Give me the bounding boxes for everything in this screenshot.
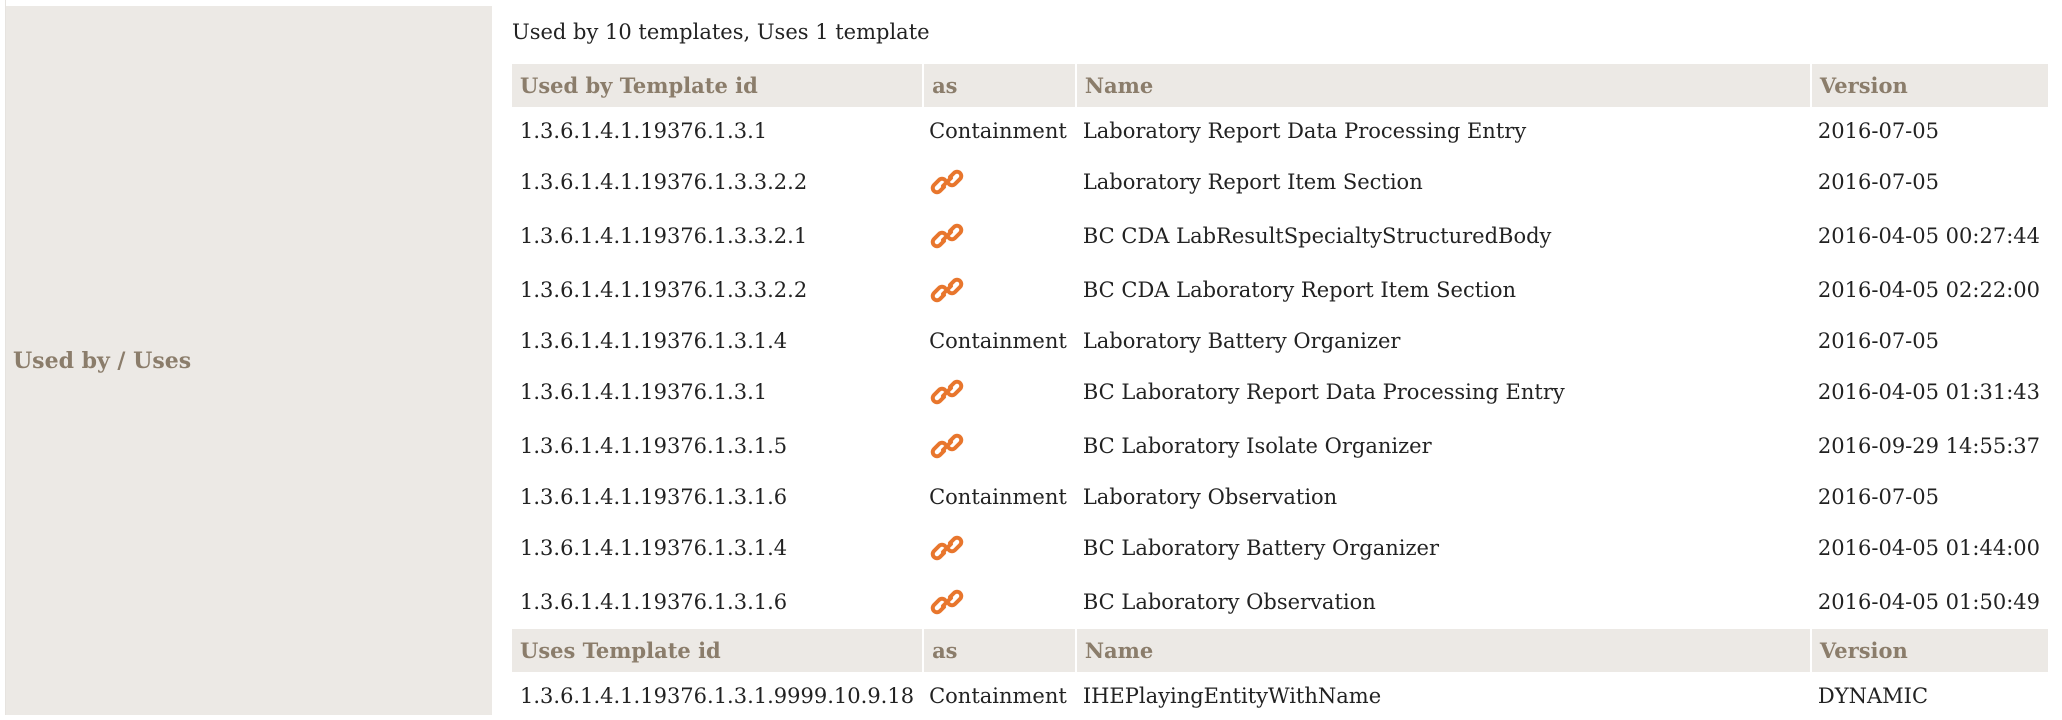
relationship-cell[interactable] xyxy=(922,209,1075,263)
usage-table: Used by Template id as Name Version 1.3.6.1.… xyxy=(512,64,2048,720)
link-icon[interactable] xyxy=(929,428,965,464)
row-label-cell: Used by / Uses xyxy=(6,6,492,715)
usage-summary: Used by 10 templates, Uses 1 template xyxy=(512,20,930,44)
relationship-cell[interactable] xyxy=(922,365,1075,419)
template-id-cell[interactable]: 1.3.6.1.4.1.19376.1.3.1.5 xyxy=(512,419,922,473)
version-cell: 2016-04-05 00:27:44 xyxy=(1817,224,2040,248)
template-name-cell[interactable]: BC Laboratory Report Data Processing Ent… xyxy=(1075,365,1810,419)
uses-header-row: Uses Template id as Name Version xyxy=(512,629,2048,672)
template-name-cell[interactable]: Laboratory Report Data Processing Entry xyxy=(1075,107,1810,155)
version-cell: 2016-04-05 01:31:43 xyxy=(1817,380,2040,404)
version-cell: 2016-09-29 14:55:37 xyxy=(1817,434,2040,458)
table-row[interactable]: 1.3.6.1.4.1.19376.1.3.3.2.1 BC CDA LabRes… xyxy=(512,209,2048,263)
link-icon[interactable] xyxy=(929,374,965,410)
table-row[interactable]: 1.3.6.1.4.1.19376.1.3.1.9999.10.9.18 Cont… xyxy=(512,672,2048,720)
template-id-cell[interactable]: 1.3.6.1.4.1.19376.1.3.1.4 xyxy=(512,521,922,575)
template-id-cell[interactable]: 1.3.6.1.4.1.19376.1.3.1.6 xyxy=(512,575,922,629)
relationship-cell: Containment xyxy=(929,684,1067,708)
table-row[interactable]: 1.3.6.1.4.1.19376.1.3.1.6 Containment Labo… xyxy=(512,473,2048,521)
version-cell: 2016-04-05 01:50:49 xyxy=(1817,590,2040,614)
template-name-cell[interactable]: IHEPlayingEntityWithName xyxy=(1075,672,1810,720)
link-icon[interactable] xyxy=(929,584,965,620)
used_by-as-header: as xyxy=(922,64,1075,107)
template-name-cell[interactable]: Laboratory Battery Organizer xyxy=(1075,317,1810,365)
template-name-cell[interactable]: BC CDA Laboratory Report Item Section xyxy=(1075,263,1810,317)
link-icon[interactable] xyxy=(929,218,965,254)
table-row[interactable]: 1.3.6.1.4.1.19376.1.3.1 BC Laboratory Rep… xyxy=(512,365,2048,419)
relationship-cell[interactable] xyxy=(922,263,1075,317)
relationship-cell[interactable] xyxy=(922,575,1075,629)
template-id-cell[interactable]: 1.3.6.1.4.1.19376.1.3.1 xyxy=(512,365,922,419)
relationship-cell: Containment xyxy=(929,485,1067,509)
table-row[interactable]: 1.3.6.1.4.1.19376.1.3.1.6 BC Laboratory O… xyxy=(512,575,2048,629)
version-cell: 2016-07-05 xyxy=(1817,170,1939,194)
link-icon[interactable] xyxy=(929,164,965,200)
link-icon[interactable] xyxy=(929,530,965,566)
template-id-cell[interactable]: 1.3.6.1.4.1.19376.1.3.1.6 xyxy=(512,473,922,521)
template-name-cell[interactable]: BC Laboratory Isolate Organizer xyxy=(1075,419,1810,473)
relationship-cell[interactable] xyxy=(922,521,1075,575)
used_by-header-row: Used by Template id as Name Version xyxy=(512,64,2048,107)
version-cell: 2016-04-05 02:22:00 xyxy=(1817,278,2040,302)
row-label: Used by / Uses xyxy=(13,347,192,374)
template-id-cell[interactable]: 1.3.6.1.4.1.19376.1.3.1.9999.10.9.18 xyxy=(512,672,922,720)
template-name-cell[interactable]: BC CDA LabResultSpecialtyStructuredBody xyxy=(1075,209,1810,263)
table-row[interactable]: 1.3.6.1.4.1.19376.1.3.1 Containment Labora… xyxy=(512,107,2048,155)
template-id-cell[interactable]: 1.3.6.1.4.1.19376.1.3.3.2.2 xyxy=(512,155,922,209)
relationship-cell[interactable] xyxy=(922,419,1075,473)
uses-as-header: as xyxy=(922,629,1075,672)
template-id-cell[interactable]: 1.3.6.1.4.1.19376.1.3.3.2.1 xyxy=(512,209,922,263)
version-cell: 2016-04-05 01:44:00 xyxy=(1817,536,2040,560)
used_by-template-id-header: Used by Template id xyxy=(512,64,923,107)
version-cell: 2016-07-05 xyxy=(1817,119,1939,143)
version-cell: DYNAMIC xyxy=(1817,684,1929,708)
link-icon[interactable] xyxy=(929,272,965,308)
template-id-cell[interactable]: 1.3.6.1.4.1.19376.1.3.1 xyxy=(512,107,922,155)
relationship-cell: Containment xyxy=(929,329,1067,353)
relationship-cell: Containment xyxy=(929,119,1067,143)
table-row[interactable]: 1.3.6.1.4.1.19376.1.3.3.2.2 Laboratory Re… xyxy=(512,155,2048,209)
table-row[interactable]: 1.3.6.1.4.1.19376.1.3.1.4 BC Laboratory B… xyxy=(512,521,2048,575)
uses-name-header: Name xyxy=(1074,629,1810,672)
used_by-version-header: Version xyxy=(1809,64,2048,107)
version-cell: 2016-07-05 xyxy=(1817,329,1939,353)
template-id-cell[interactable]: 1.3.6.1.4.1.19376.1.3.1.4 xyxy=(512,317,922,365)
table-row[interactable]: 1.3.6.1.4.1.19376.1.3.1.5 BC Laboratory I… xyxy=(512,419,2048,473)
template-name-cell[interactable]: BC Laboratory Battery Organizer xyxy=(1075,521,1810,575)
uses-template-id-header: Uses Template id xyxy=(512,629,923,672)
template-id-cell[interactable]: 1.3.6.1.4.1.19376.1.3.3.2.2 xyxy=(512,263,922,317)
relationship-cell[interactable] xyxy=(922,155,1075,209)
template-name-cell[interactable]: BC Laboratory Observation xyxy=(1075,575,1810,629)
table-row[interactable]: 1.3.6.1.4.1.19376.1.3.1.4 Containment Labo… xyxy=(512,317,2048,365)
uses-version-header: Version xyxy=(1809,629,2048,672)
template-name-cell[interactable]: Laboratory Report Item Section xyxy=(1075,155,1810,209)
table-row[interactable]: 1.3.6.1.4.1.19376.1.3.3.2.2 BC CDA Labora… xyxy=(512,263,2048,317)
version-cell: 2016-07-05 xyxy=(1817,485,1939,509)
used_by-name-header: Name xyxy=(1074,64,1810,107)
template-name-cell[interactable]: Laboratory Observation xyxy=(1075,473,1810,521)
